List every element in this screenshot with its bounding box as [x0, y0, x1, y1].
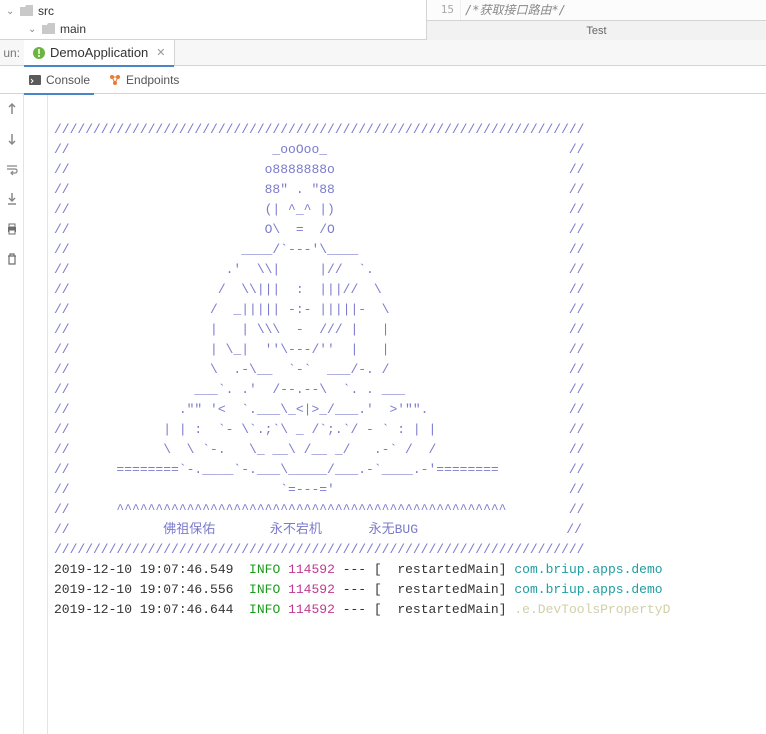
log-line: 2019-12-10 19:07:46.556 INFO 114592 --- …: [54, 582, 663, 597]
spring-boot-icon: [32, 46, 46, 60]
ascii-art-line: // o8888888o //: [54, 162, 585, 177]
run-tool-label: un:: [0, 46, 24, 60]
tab-console[interactable]: Console: [28, 66, 90, 94]
chevron-down-icon: ⌄: [6, 6, 18, 17]
ascii-art-line: // ^^^^^^^^^^^^^^^^^^^^^^^^^^^^^^^^^^^^^…: [54, 502, 585, 517]
run-config-tab[interactable]: DemoApplication ✕: [24, 40, 175, 66]
print-icon[interactable]: [3, 220, 21, 238]
ascii-art-line: // \ .-\__ `-` ___/-. / //: [54, 362, 585, 377]
log-line: 2019-12-10 19:07:46.644 INFO 114592 --- …: [54, 602, 670, 617]
ascii-art-line: ////////////////////////////////////////…: [54, 542, 585, 557]
tab-endpoints-label: Endpoints: [126, 73, 179, 87]
editor-area[interactable]: 15 /*获取接口路由*/ Test: [426, 0, 766, 39]
ascii-art-line: // O\ = /O //: [54, 222, 585, 237]
scroll-down-icon[interactable]: [3, 130, 21, 148]
delete-icon[interactable]: [3, 250, 21, 268]
ascii-art-line: // ____/`---'\____ //: [54, 242, 585, 257]
run-config-label: DemoApplication: [50, 45, 148, 60]
run-sub-tabs: Console Endpoints: [0, 66, 766, 94]
folder-icon: [42, 23, 56, 35]
console-toolbar-gutter: [24, 94, 48, 734]
endpoints-icon: [108, 73, 122, 87]
ascii-art-line: // ___`. .' /--.--\ `. . ___ //: [54, 382, 585, 397]
ascii-art-line: // | | : `- \`.;`\ _ /`;.`/ - ` : | | //: [54, 422, 585, 437]
close-icon[interactable]: ✕: [156, 46, 165, 59]
ascii-art-line: // _ooOoo_ //: [54, 142, 585, 157]
tab-console-label: Console: [46, 73, 90, 87]
tree-row-src[interactable]: ⌄ src: [0, 2, 426, 20]
folder-icon: [20, 5, 34, 17]
ascii-art-line: // (| ^_^ |) //: [54, 202, 585, 217]
ascii-art-line: // `=---=' //: [54, 482, 585, 497]
ascii-art-line: // ========`-.____`-.___\_____/___.-`___…: [54, 462, 585, 477]
console-output[interactable]: ////////////////////////////////////////…: [48, 94, 766, 734]
ascii-art-line: // 88" . "88 //: [54, 182, 585, 197]
ascii-art-line: // 佛祖保佑 永不宕机 永无BUG //: [54, 522, 582, 537]
console-icon: [28, 73, 42, 87]
scroll-to-end-icon[interactable]: [3, 190, 21, 208]
tree-row-main[interactable]: ⌄ main: [0, 20, 426, 38]
console-toolbar-left: [0, 94, 24, 734]
ascii-art-line: // ."" '< `.___\_<|>_/___.' >'"". //: [54, 402, 585, 417]
project-tree[interactable]: ⌄ src ⌄ main: [0, 0, 426, 39]
log-line: 2019-12-10 19:07:46.549 INFO 114592 --- …: [54, 562, 663, 577]
ascii-art-line: ////////////////////////////////////////…: [54, 122, 585, 137]
soft-wrap-icon[interactable]: [3, 160, 21, 178]
tree-label: src: [38, 4, 54, 18]
scroll-up-icon[interactable]: [3, 100, 21, 118]
ascii-art-line: // / \\||| : |||// \ //: [54, 282, 585, 297]
tab-endpoints[interactable]: Endpoints: [108, 66, 179, 94]
ascii-art-line: // / _||||| -:- |||||- \ //: [54, 302, 585, 317]
ascii-art-line: // | | \\\ - /// | | //: [54, 322, 585, 337]
chevron-down-icon: ⌄: [28, 24, 40, 35]
editor-code: /*获取接口路由*/: [465, 0, 566, 20]
ascii-art-line: // .' \\| |// `. //: [54, 262, 585, 277]
run-header: un: DemoApplication ✕: [0, 40, 766, 66]
ascii-art-line: // | \_| ''\---/'' | | //: [54, 342, 585, 357]
editor-gutter: 15: [427, 0, 461, 20]
ascii-art-line: // \ \ `-. \_ __\ /__ _/ .-` / / //: [54, 442, 585, 457]
test-tab-button[interactable]: Test: [427, 20, 766, 40]
tree-label: main: [60, 22, 86, 36]
